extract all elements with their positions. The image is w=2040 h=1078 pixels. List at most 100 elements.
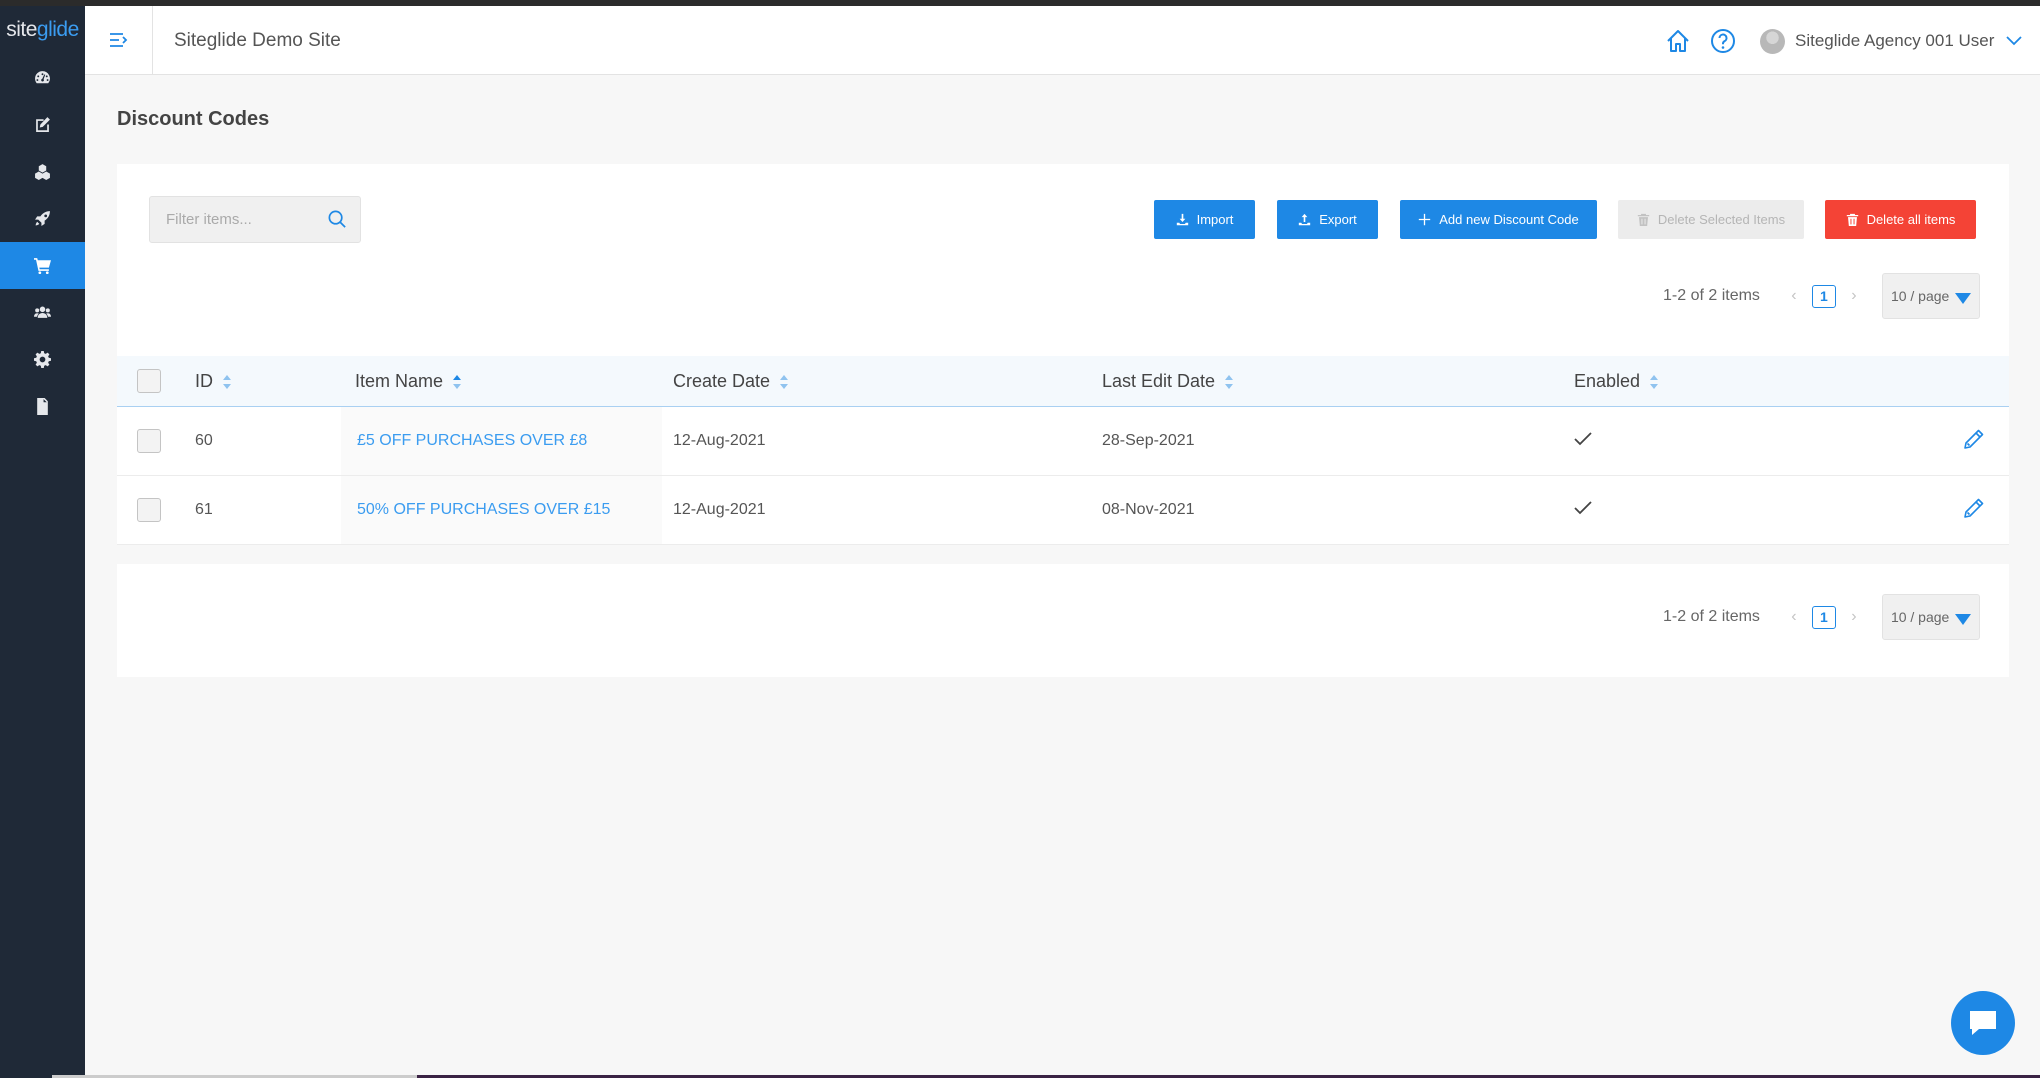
caret-down-icon [1954, 614, 1971, 625]
logo-text-site: site [6, 18, 37, 41]
modules-icon [35, 164, 50, 180]
menu-toggle-button[interactable] [85, 6, 153, 74]
row-create-date: 12-Aug-2021 [673, 501, 766, 518]
plus-icon [1419, 213, 1431, 226]
sidebar-item-edit[interactable] [0, 101, 85, 148]
table-row: 60 £5 OFF PURCHASES OVER £8 12-Aug-2021 … [117, 407, 2009, 476]
import-button[interactable]: Import [1154, 200, 1255, 239]
file-icon [37, 398, 48, 415]
table-header: ID Item Name Create Date Last Edit Date … [117, 356, 2009, 407]
discount-codes-card: Import Export Add new Discount Code Dele… [117, 164, 2009, 545]
rocket-icon [35, 211, 50, 226]
sidebar-item-users[interactable] [0, 289, 85, 336]
dashboard-icon [35, 71, 50, 84]
pagination-card: 1-2 of 2 items ‹ 1 › 10 / page [117, 564, 2009, 677]
page-number-button[interactable]: 1 [1811, 284, 1836, 308]
user-name: Siteglide Agency 001 User [1795, 31, 1995, 50]
avatar [1760, 28, 1785, 54]
trash-icon [1637, 213, 1650, 226]
user-menu[interactable]: Siteglide Agency 001 User [1760, 26, 2023, 56]
page-title: Discount Codes [117, 108, 270, 130]
row-edit-date: 08-Nov-2021 [1102, 501, 1195, 518]
edit-icon [36, 117, 50, 132]
filter-box [149, 196, 361, 243]
menu-collapse-icon [109, 33, 127, 47]
sidebar-item-settings[interactable] [0, 336, 85, 383]
chat-bubble-icon [1970, 1011, 1996, 1035]
check-icon [1574, 431, 1592, 445]
check-icon [1574, 500, 1592, 514]
column-header-name[interactable]: Item Name [355, 371, 462, 392]
sidebar-item-ecommerce[interactable] [0, 242, 85, 289]
trash-icon [1846, 213, 1858, 226]
sort-icon[interactable] [1225, 374, 1234, 389]
pagination-top: 1-2 of 2 items ‹ 1 › 10 / page [1663, 273, 1980, 319]
sort-icon[interactable] [1650, 374, 1659, 389]
chat-button[interactable] [1951, 991, 2015, 1055]
per-page-select[interactable]: 10 / page [1881, 594, 1980, 640]
delete-all-button[interactable]: Delete all items [1825, 200, 1976, 239]
sidebar-item-launch[interactable] [0, 195, 85, 242]
per-page-value: 10 / page [1890, 609, 1950, 625]
delete-selected-label: Delete Selected Items [1657, 212, 1786, 227]
row-create-date: 12-Aug-2021 [673, 432, 766, 449]
column-header-enabled[interactable]: Enabled [1574, 371, 1659, 392]
export-icon [1299, 213, 1311, 226]
delete-selected-button[interactable]: Delete Selected Items [1618, 200, 1804, 239]
column-id-label: ID [195, 370, 213, 391]
per-page-select[interactable]: 10 / page [1881, 273, 1980, 319]
next-page-button[interactable]: › [1844, 608, 1864, 626]
pagination-summary: 1-2 of 2 items [1663, 608, 1760, 625]
delete-all-label: Delete all items [1866, 212, 1956, 227]
sidebar-item-dashboard[interactable] [0, 54, 85, 101]
prev-page-button[interactable]: ‹ [1784, 608, 1804, 626]
home-icon[interactable] [1665, 28, 1691, 54]
per-page-value: 10 / page [1890, 288, 1950, 304]
sidebar-item-files[interactable] [0, 383, 85, 430]
export-button[interactable]: Export [1277, 200, 1378, 239]
edit-pencil-icon[interactable] [1962, 496, 1986, 520]
import-icon [1176, 213, 1188, 226]
row-name-cell: 50% OFF PURCHASES OVER £15 [341, 476, 662, 544]
row-name-link[interactable]: 50% OFF PURCHASES OVER £15 [357, 501, 610, 519]
row-edit-date: 28-Sep-2021 [1102, 432, 1195, 449]
filter-input[interactable] [150, 197, 320, 242]
prev-page-button[interactable]: ‹ [1784, 287, 1804, 305]
pagination-summary: 1-2 of 2 items [1663, 287, 1760, 304]
column-name-label: Item Name [355, 370, 444, 391]
sort-icon[interactable] [453, 374, 462, 389]
help-icon[interactable] [1710, 28, 1736, 54]
cart-icon [34, 258, 51, 274]
column-edit-label: Last Edit Date [1102, 370, 1216, 391]
column-header-create-date[interactable]: Create Date [673, 371, 789, 392]
row-id: 60 [195, 432, 213, 449]
sort-icon[interactable] [223, 374, 232, 389]
edit-pencil-icon[interactable] [1962, 427, 1986, 451]
gear-icon [34, 351, 51, 368]
row-checkbox[interactable] [137, 498, 161, 522]
row-checkbox[interactable] [137, 429, 161, 453]
row-name-link[interactable]: £5 OFF PURCHASES OVER £8 [357, 432, 587, 450]
siteglide-logo[interactable]: site glide [0, 6, 85, 54]
column-header-id[interactable]: ID [195, 371, 232, 392]
chevron-down-icon [2006, 36, 2023, 46]
row-name-cell: £5 OFF PURCHASES OVER £8 [341, 407, 662, 475]
next-page-button[interactable]: › [1844, 287, 1864, 305]
row-id: 61 [195, 501, 213, 518]
sidebar: site glide [0, 6, 85, 1078]
export-button-label: Export [1319, 212, 1357, 227]
table-row: 61 50% OFF PURCHASES OVER £15 12-Aug-202… [117, 476, 2009, 545]
site-name: Siteglide Demo Site [174, 30, 341, 51]
select-all-checkbox[interactable] [137, 369, 161, 393]
logo-text-glide: glide [36, 18, 79, 41]
column-header-last-edit-date[interactable]: Last Edit Date [1102, 371, 1234, 392]
sort-icon[interactable] [780, 374, 789, 389]
page-number-button[interactable]: 1 [1811, 605, 1836, 629]
users-icon [34, 306, 51, 318]
column-enabled-label: Enabled [1574, 370, 1641, 391]
import-button-label: Import [1196, 212, 1234, 227]
add-discount-code-button[interactable]: Add new Discount Code [1400, 200, 1597, 239]
search-icon[interactable] [327, 209, 348, 230]
caret-down-icon [1954, 293, 1971, 304]
sidebar-item-modules[interactable] [0, 148, 85, 195]
